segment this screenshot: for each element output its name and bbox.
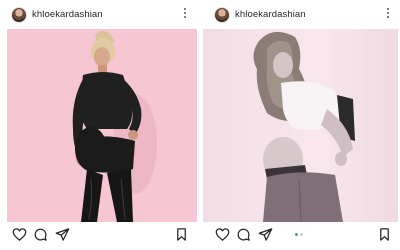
post-header: khloekardashian <box>0 0 197 30</box>
post-header: khloekardashian <box>203 0 400 30</box>
more-options-icon[interactable] <box>386 8 390 22</box>
share-icon[interactable] <box>55 227 70 242</box>
post-photo[interactable] <box>203 29 398 222</box>
avatar[interactable] <box>11 7 27 23</box>
instagram-post-left: khloekardashian <box>0 0 197 250</box>
comment-icon[interactable] <box>236 227 251 242</box>
comment-icon[interactable] <box>33 227 48 242</box>
bookmark-icon[interactable] <box>377 227 392 242</box>
bookmark-icon[interactable] <box>174 227 189 242</box>
carousel-indicator <box>295 233 309 237</box>
username[interactable]: khloekardashian <box>235 9 306 21</box>
username[interactable]: khloekardashian <box>32 9 103 21</box>
more-options-icon[interactable] <box>183 8 187 22</box>
photo-figure <box>253 31 355 222</box>
photo-figure <box>72 31 157 222</box>
share-icon[interactable] <box>258 227 273 242</box>
carousel-dot-active <box>295 233 298 236</box>
carousel-dot <box>300 233 303 236</box>
instagram-post-right: khloekardashian <box>203 0 400 250</box>
avatar[interactable] <box>214 7 230 23</box>
post-photo[interactable] <box>7 29 197 222</box>
post-actions <box>0 226 197 244</box>
heart-icon[interactable] <box>215 227 230 242</box>
heart-icon[interactable] <box>12 227 27 242</box>
